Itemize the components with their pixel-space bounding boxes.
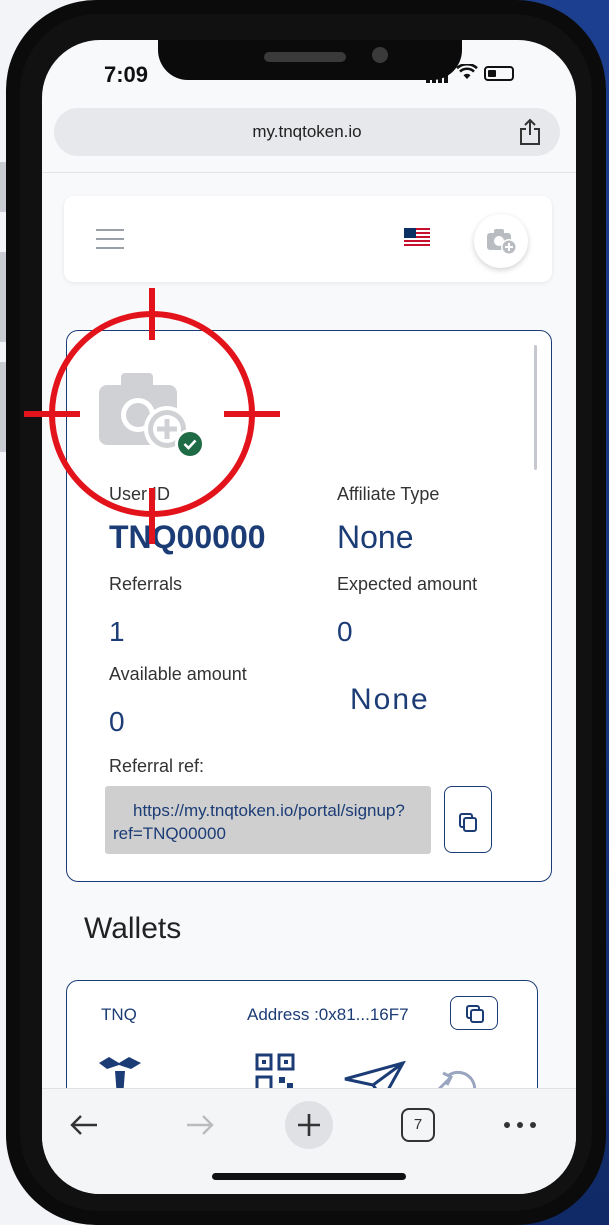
card-scrollbar[interactable]: [534, 345, 537, 470]
affiliate-type-value: None: [337, 519, 414, 555]
wifi-icon: [456, 62, 478, 83]
share-icon[interactable]: [518, 118, 542, 146]
profile-card: User ID Affiliate Type TNQ00000 None Ref…: [66, 330, 552, 882]
copy-icon: [466, 1005, 484, 1023]
menu-icon[interactable]: [96, 229, 124, 256]
tabs-count-icon: 7: [401, 1108, 435, 1142]
url-text[interactable]: my.tnqtoken.io: [54, 122, 560, 142]
referrals-label: Referrals: [109, 574, 183, 594]
battery-icon: [484, 66, 514, 81]
copy-referral-button[interactable]: [444, 786, 492, 853]
home-indicator: [212, 1173, 406, 1180]
plus-icon: [285, 1101, 333, 1149]
available-amount-label: Available amount: [109, 664, 247, 684]
referral-link-line1: https://my.tnqtoken.io/portal/signup?: [133, 801, 405, 820]
status-value: None: [350, 683, 430, 716]
copy-address-button[interactable]: [450, 996, 498, 1030]
expected-amount-label: Expected amount: [337, 574, 478, 594]
phone-screen: 7:09 my.tnqtoken.io User ID Affiliate Ty…: [42, 40, 576, 1194]
arrow-left-icon: [70, 1115, 97, 1135]
expected-amount-value: 0: [337, 616, 353, 647]
affiliate-type-label: Affiliate Type: [337, 484, 440, 504]
camera-plus-icon: [487, 229, 517, 255]
wallet-name: TNQ: [101, 1005, 137, 1024]
referral-link-field[interactable]: https://my.tnqtoken.io/portal/signup? re…: [105, 786, 431, 854]
back-button[interactable]: [62, 1103, 106, 1147]
qr-code-icon[interactable]: [255, 1053, 295, 1093]
new-tab-button[interactable]: [284, 1101, 334, 1149]
tabs-button[interactable]: 7: [398, 1103, 438, 1147]
referrals-value: 1: [109, 616, 125, 647]
address-bar[interactable]: my.tnqtoken.io: [54, 108, 560, 156]
more-menu-button[interactable]: [500, 1103, 540, 1147]
app-header: [64, 196, 552, 282]
available-amount-value: 0: [109, 706, 125, 737]
speaker: [264, 52, 346, 62]
notch: [158, 40, 462, 80]
toolbar-divider: [42, 172, 576, 173]
arrow-right-icon: [187, 1115, 214, 1135]
user-id-value: TNQ00000: [109, 519, 266, 555]
wallet-address: Address :0x81...16F7: [247, 1005, 409, 1024]
forward-button[interactable]: [178, 1103, 222, 1147]
status-time: 7:09: [104, 62, 149, 87]
referral-link-line2: ref=TNQ00000: [113, 824, 226, 843]
verified-check-icon: [175, 429, 205, 459]
us-flag-icon[interactable]: [404, 228, 430, 246]
user-id-label: User ID: [109, 484, 171, 504]
copy-icon: [459, 813, 477, 832]
more-dots-icon: [504, 1122, 536, 1128]
referral-ref-label: Referral ref:: [109, 756, 205, 776]
front-camera: [372, 47, 388, 63]
wallets-title: Wallets: [84, 912, 182, 945]
header-avatar[interactable]: [474, 214, 528, 268]
